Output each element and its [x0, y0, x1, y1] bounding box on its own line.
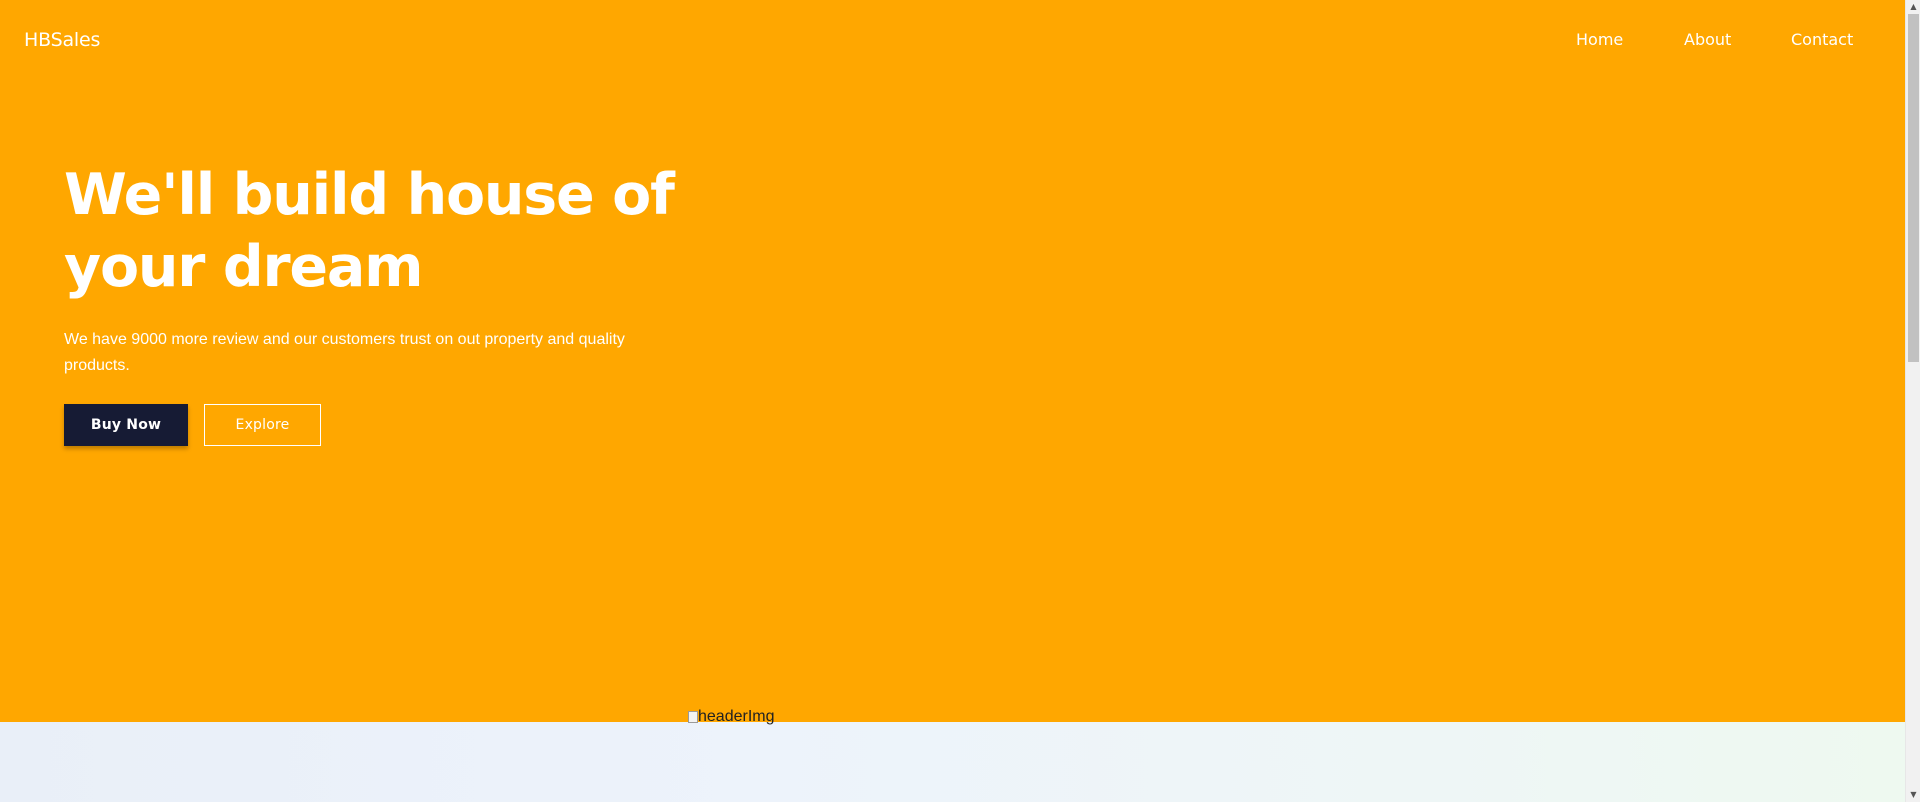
- chevron-up-icon[interactable]: ▲: [1906, 0, 1920, 14]
- scrollbar-thumb[interactable]: [1908, 14, 1919, 362]
- chevron-down-icon[interactable]: ▼: [1906, 788, 1920, 802]
- hero-section: HBSales Home About Contact We'll build h…: [0, 0, 1905, 722]
- brand-logo[interactable]: HBSales: [24, 27, 100, 53]
- broken-image-icon: [688, 711, 698, 723]
- navbar: HBSales Home About Contact: [0, 0, 1905, 80]
- vertical-scrollbar[interactable]: ▲ ▼: [1905, 0, 1920, 802]
- hero-description: We have 9000 more review and our custome…: [64, 331, 625, 374]
- header-image-alt: headerImg: [698, 708, 775, 725]
- header-image: headerImg: [688, 706, 775, 728]
- page-viewport: HBSales Home About Contact We'll build h…: [0, 0, 1905, 802]
- hero-title: We'll build house of your dream: [64, 162, 675, 300]
- nav-home-link[interactable]: Home: [1576, 29, 1623, 51]
- nav-contact-link[interactable]: Contact: [1791, 29, 1853, 51]
- nav-about-link[interactable]: About: [1684, 29, 1731, 51]
- buy-now-button[interactable]: Buy Now: [64, 404, 188, 446]
- explore-button[interactable]: Explore: [204, 404, 321, 446]
- next-section: [0, 722, 1905, 802]
